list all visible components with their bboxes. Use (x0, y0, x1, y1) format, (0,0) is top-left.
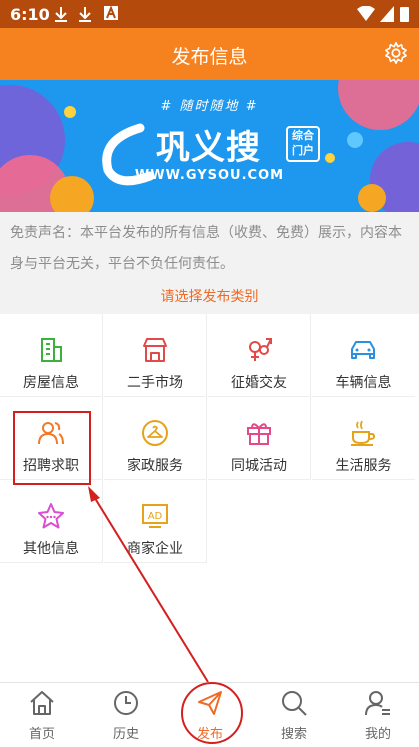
tab-search[interactable]: 搜索 (252, 683, 336, 747)
tab-label: 首页 (28, 727, 55, 742)
tab-history[interactable]: 历史 (84, 683, 168, 747)
clock-icon (114, 691, 138, 715)
tab-label: 我的 (364, 727, 391, 742)
search-icon (282, 691, 307, 716)
tab-label: 搜索 (280, 727, 307, 742)
home-icon (30, 691, 54, 715)
tab-label: 历史 (112, 727, 139, 742)
tab-home[interactable]: 首页 (0, 683, 84, 747)
annotation-highlight-circle (181, 682, 243, 744)
user-icon (365, 691, 390, 716)
tab-mine[interactable]: 我的 (336, 683, 419, 747)
annotation-arrow (88, 486, 209, 683)
